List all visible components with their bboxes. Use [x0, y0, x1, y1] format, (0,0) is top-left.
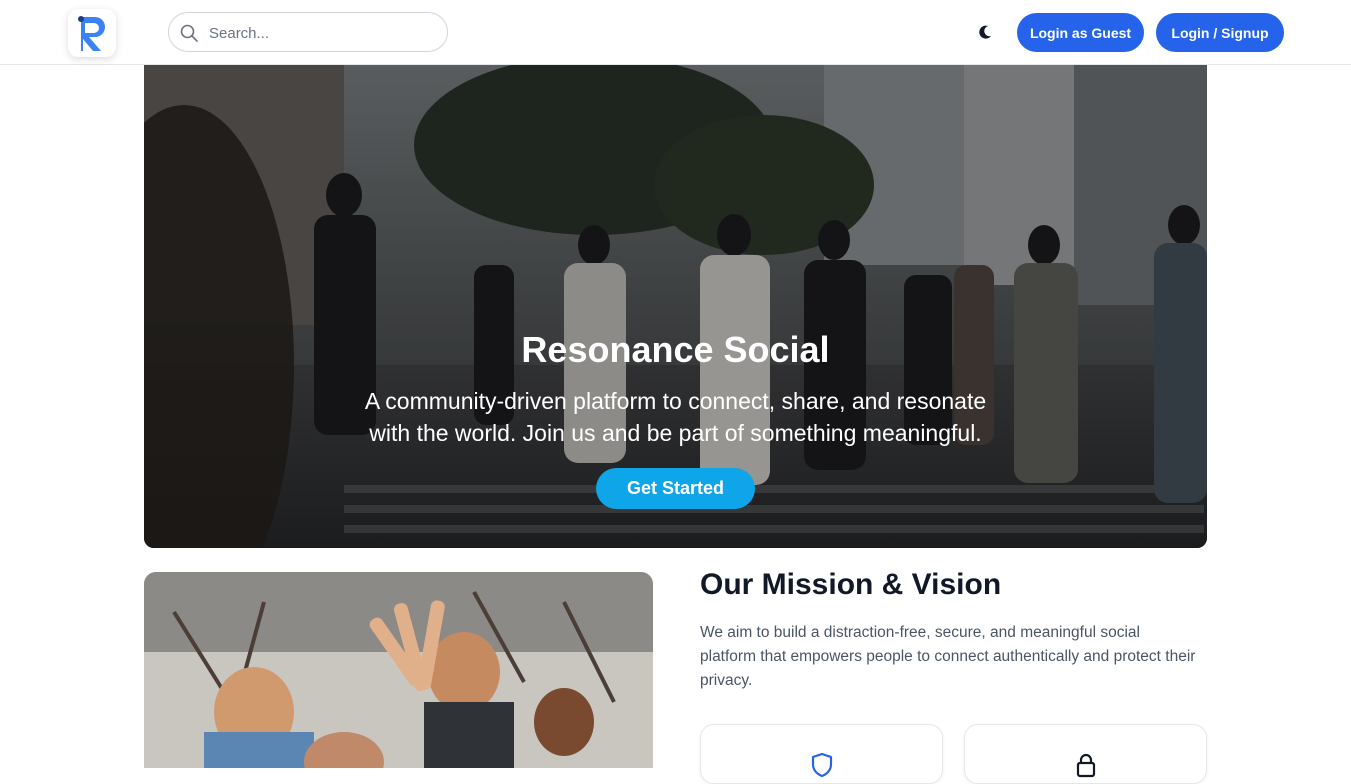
- shield-icon: [811, 752, 833, 778]
- mission-title: Our Mission & Vision: [700, 568, 1002, 601]
- get-started-button[interactable]: Get Started: [596, 468, 755, 509]
- login-signup-button[interactable]: Login / Signup: [1156, 13, 1284, 52]
- hero-title: Resonance Social: [521, 329, 830, 370]
- resonance-logo-icon: [78, 16, 105, 51]
- mission-description: We aim to build a distraction-free, secu…: [700, 624, 1196, 689]
- search-bar[interactable]: [168, 12, 448, 52]
- lock-icon: [1076, 753, 1096, 778]
- feature-card-privacy: [964, 724, 1207, 784]
- logo[interactable]: [68, 9, 116, 57]
- top-navbar: Login as Guest Login / Signup: [0, 0, 1351, 65]
- search-icon: [180, 24, 198, 42]
- feature-card-security: [700, 724, 943, 784]
- hero-subtitle: A community-driven platform to connect, …: [364, 388, 987, 446]
- hero-banner: Resonance Social A community-driven plat…: [144, 65, 1207, 548]
- login-as-guest-button[interactable]: Login as Guest: [1017, 13, 1144, 52]
- moon-icon[interactable]: [977, 24, 993, 40]
- search-input[interactable]: [209, 21, 434, 45]
- team-high-five-image: [144, 572, 653, 768]
